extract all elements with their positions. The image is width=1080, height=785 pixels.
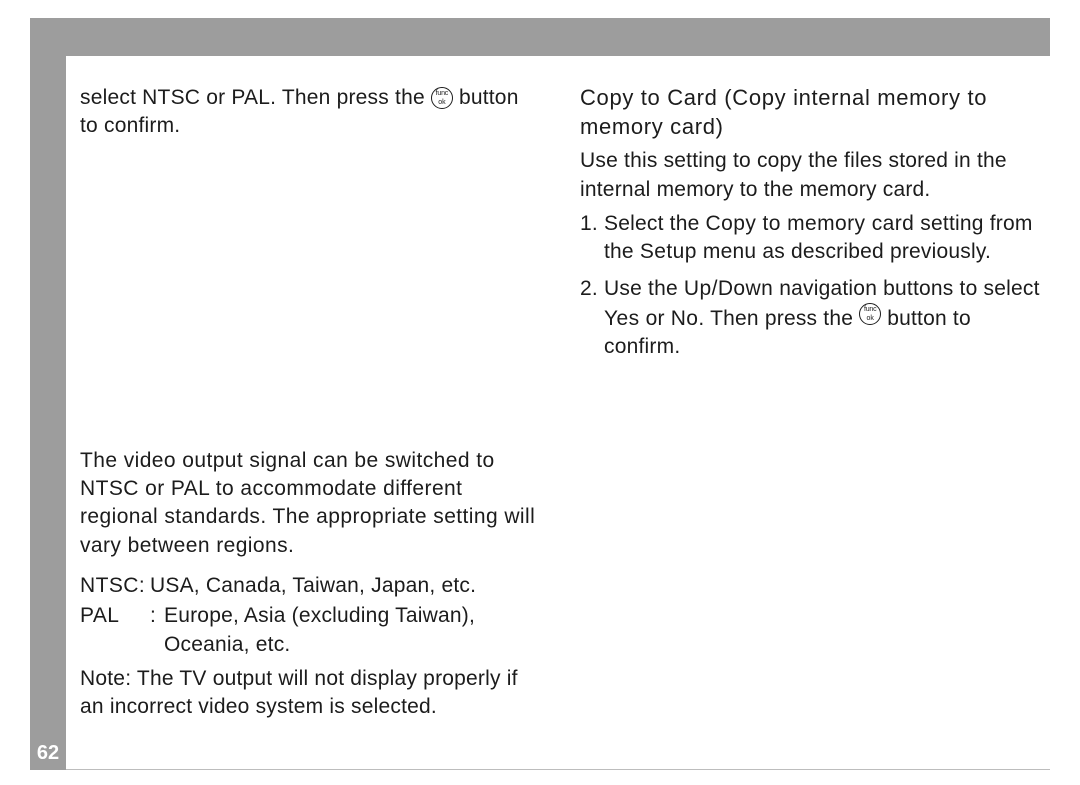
func-ok-button-icon: func ok — [859, 303, 881, 325]
text: Select the — [604, 212, 706, 235]
section-subtext: Use this setting to copy the files store… — [580, 147, 1040, 204]
func-label: func — [432, 90, 452, 97]
def-desc: USA, Canada, Taiwan, Japan, etc. — [150, 572, 540, 600]
ok-label: ok — [860, 315, 880, 322]
text: . Then press the — [698, 307, 859, 330]
step-2: Use the Up/Down navigation buttons to se… — [580, 275, 1040, 362]
content-columns: select NTSC or PAL. Then press the func … — [80, 84, 1040, 728]
text: navigation buttons to select — [773, 277, 1039, 300]
ui-label: Setup — [640, 240, 697, 263]
ui-label: Copy to memory card — [706, 212, 915, 235]
def-colon: : — [150, 602, 164, 630]
func-ok-button-icon: func ok — [431, 87, 453, 109]
ui-label: Yes — [604, 307, 640, 330]
right-column: Copy to Card (Copy internal memory to me… — [580, 84, 1040, 728]
ntsc-pal-select-line: select NTSC or PAL. Then press the func … — [80, 84, 540, 141]
video-signal-paragraph: The video output signal can be switched … — [80, 447, 540, 560]
region-definitions: NTSC: USA, Canada, Taiwan, Japan, etc. P… — [80, 572, 540, 659]
note-paragraph: Note: The TV output will not display pro… — [80, 665, 540, 722]
steps-list: Select the Copy to memory card setting f… — [580, 210, 1040, 362]
text: or — [640, 307, 671, 330]
manual-page: 62 select NTSC or PAL. Then press the fu… — [0, 0, 1080, 785]
left-column: select NTSC or PAL. Then press the func … — [80, 84, 540, 728]
ok-label: ok — [432, 99, 452, 106]
def-row-pal: PAL : Europe, Asia (excluding Taiwan), O… — [80, 602, 540, 659]
def-term: NTSC: — [80, 572, 150, 600]
page-number: 62 — [30, 742, 66, 765]
def-row-ntsc: NTSC: USA, Canada, Taiwan, Japan, etc. — [80, 572, 540, 600]
footer-rule — [66, 769, 1050, 770]
def-term: PAL — [80, 602, 150, 630]
text: select NTSC or PAL. Then press the — [80, 86, 431, 109]
ui-label: Up/Down — [684, 277, 773, 300]
func-label: func — [860, 306, 880, 313]
ui-label: No — [671, 307, 699, 330]
section-heading: Copy to Card (Copy internal memory to me… — [580, 84, 1040, 141]
def-desc: Europe, Asia (excluding Taiwan), Oceania… — [164, 602, 540, 659]
step-1: Select the Copy to memory card setting f… — [580, 210, 1040, 267]
text: menu as described previously. — [697, 240, 991, 263]
header-bar — [30, 18, 1050, 56]
side-bar — [30, 18, 66, 770]
text: Use the — [604, 277, 684, 300]
screenshot-placeholder — [80, 147, 540, 447]
